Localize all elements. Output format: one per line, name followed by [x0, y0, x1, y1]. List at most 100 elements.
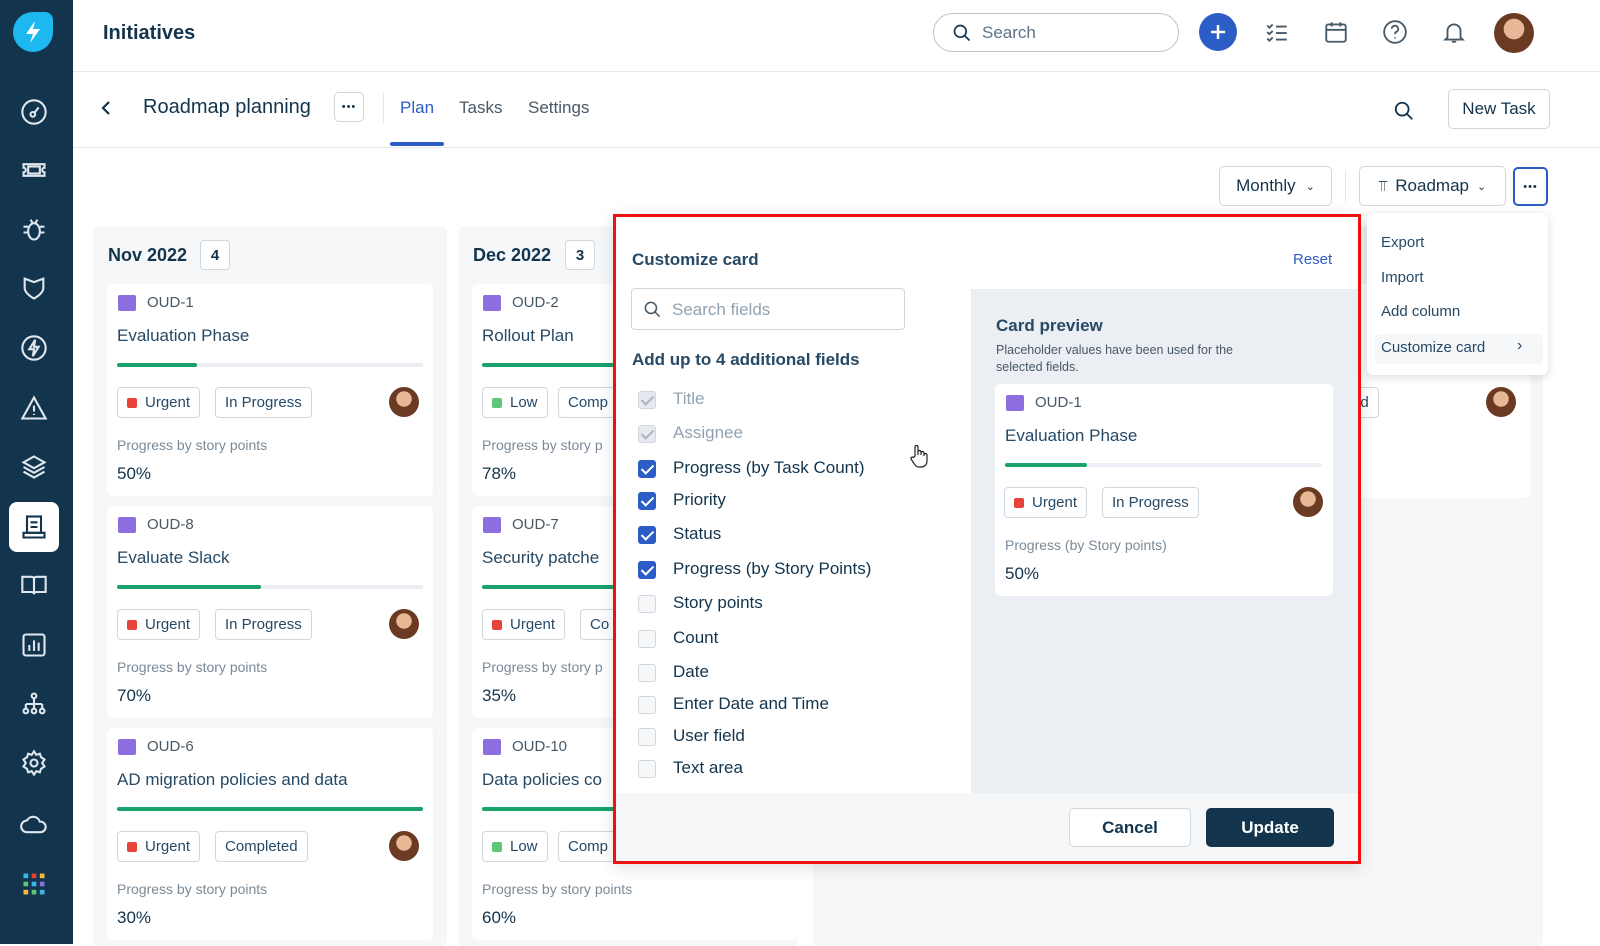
shield-icon[interactable]	[16, 270, 52, 306]
bell-icon[interactable]	[1435, 13, 1473, 51]
lightning-icon[interactable]	[16, 330, 52, 366]
priority-badge: Low	[482, 387, 548, 418]
column-count: 3	[565, 240, 595, 270]
field-checkbox	[638, 425, 656, 443]
card-id: OUD-6	[147, 738, 194, 755]
field-label: Status	[673, 524, 722, 543]
project-header: Roadmap planning ••• Plan Tasks Settings…	[73, 72, 1600, 148]
menu-item-label: Customize card	[1381, 339, 1486, 356]
search-icon	[953, 24, 971, 42]
card-type-icon	[483, 739, 501, 755]
dashboard-icon[interactable]	[16, 94, 52, 130]
project-more-button[interactable]: •••	[334, 92, 364, 122]
add-button[interactable]	[1199, 13, 1237, 51]
card-type-icon	[483, 517, 501, 533]
card-preview-panel: Card preview Placeholder values have bee…	[971, 289, 1358, 793]
search-fields-input[interactable]: Search fields	[631, 288, 905, 330]
reset-link[interactable]: Reset	[1293, 251, 1332, 268]
priority-dot	[1014, 497, 1024, 508]
bug-icon[interactable]	[16, 211, 52, 247]
progress-bar	[117, 363, 423, 367]
field-checkbox[interactable]	[638, 595, 656, 613]
period-value: Monthly	[1236, 176, 1296, 195]
projects-icon[interactable]	[9, 502, 59, 552]
field-label: Progress (by Task Count)	[673, 458, 865, 477]
field-checkbox[interactable]	[638, 728, 656, 746]
user-avatar[interactable]	[1494, 13, 1534, 53]
task-card[interactable]: OUD-1 Evaluation Phase Urgent In Progres…	[107, 284, 433, 496]
card-type-icon	[118, 517, 136, 533]
ticket-icon[interactable]	[16, 152, 52, 188]
reports-icon[interactable]	[16, 627, 52, 663]
new-task-button[interactable]: New Task	[1448, 89, 1550, 129]
board-more-button[interactable]: •••	[1513, 167, 1548, 206]
card-type-icon	[1006, 395, 1024, 411]
preview-title: Card preview	[996, 316, 1103, 335]
priority-label: Low	[510, 838, 538, 855]
chevron-down-icon: ⌄	[1305, 180, 1315, 193]
calendar-icon[interactable]	[1317, 13, 1355, 51]
priority-label: Urgent	[145, 838, 191, 855]
card-name: Rollout Plan	[482, 326, 574, 345]
progress-label: Progress by story points	[117, 659, 268, 675]
tasks-icon[interactable]	[1258, 13, 1296, 51]
progress-label: Progress by story points	[117, 437, 268, 453]
org-chart-icon[interactable]	[16, 686, 52, 722]
tab-settings[interactable]: Settings	[528, 98, 589, 118]
cloud-phone-icon[interactable]	[16, 806, 52, 842]
book-icon[interactable]	[16, 567, 52, 603]
priority-badge: Urgent	[482, 609, 566, 640]
back-icon[interactable]	[98, 99, 114, 117]
apps-grid-icon[interactable]	[16, 866, 52, 902]
period-select[interactable]: Monthly ⌄	[1219, 166, 1332, 206]
menu-item-import[interactable]: Import	[1381, 269, 1424, 286]
search-icon[interactable]	[1393, 100, 1415, 122]
menu-item-export[interactable]: Export	[1381, 234, 1424, 251]
field-checkbox[interactable]	[638, 526, 656, 544]
field-checkbox[interactable]	[638, 760, 656, 778]
layers-icon[interactable]	[16, 449, 52, 485]
progress-value: 30%	[117, 908, 152, 927]
task-card[interactable]: OUD-6 AD migration policies and data Urg…	[107, 728, 433, 940]
field-checkbox[interactable]	[638, 460, 656, 478]
top-bar: Initiatives Search	[73, 0, 1600, 72]
priority-dot	[492, 619, 502, 630]
priority-label: Urgent	[1032, 494, 1078, 511]
priority-badge: Low	[482, 831, 548, 862]
field-label: Title	[673, 389, 705, 408]
field-label: Story points	[673, 593, 763, 612]
status-badge: Comp	[558, 831, 619, 862]
tab-plan[interactable]: Plan	[400, 98, 434, 118]
menu-item-customize-card[interactable]: Customize card ›	[1375, 334, 1543, 364]
tab-tasks[interactable]: Tasks	[459, 98, 502, 118]
field-checkbox[interactable]	[638, 664, 656, 682]
status-badge: In Progress	[215, 609, 312, 640]
field-checkbox[interactable]	[638, 492, 656, 510]
card-id: OUD-7	[512, 516, 559, 533]
progress-label: Progress by story p	[482, 659, 603, 675]
cancel-button[interactable]: Cancel	[1069, 808, 1191, 847]
progress-bar	[1005, 463, 1322, 467]
view-select[interactable]: ⫪ Roadmap ⌄	[1359, 166, 1506, 206]
task-card[interactable]: OUD-8 Evaluate Slack Urgent In Progress …	[107, 506, 433, 718]
menu-item-add-column[interactable]: Add column	[1381, 303, 1460, 320]
sidebar	[0, 0, 73, 944]
alert-icon[interactable]	[16, 390, 52, 426]
priority-dot	[492, 841, 502, 852]
global-search-input[interactable]: Search	[933, 13, 1179, 52]
update-button[interactable]: Update	[1206, 808, 1334, 847]
card-id: OUD-1	[147, 294, 194, 311]
priority-badge: Urgent	[117, 387, 201, 418]
field-label: User field	[673, 726, 745, 745]
chevron-right-icon: ›	[1517, 337, 1523, 354]
settings-icon[interactable]	[16, 745, 52, 781]
field-checkbox[interactable]	[638, 696, 656, 714]
priority-label: Urgent	[510, 616, 556, 633]
progress-fill	[1005, 463, 1088, 467]
logo-icon[interactable]	[13, 12, 53, 52]
help-icon[interactable]	[1376, 13, 1414, 51]
field-label: Date	[673, 662, 709, 681]
field-checkbox[interactable]	[638, 561, 656, 579]
field-checkbox[interactable]	[638, 630, 656, 648]
chevron-down-icon: ⌄	[1476, 180, 1487, 193]
